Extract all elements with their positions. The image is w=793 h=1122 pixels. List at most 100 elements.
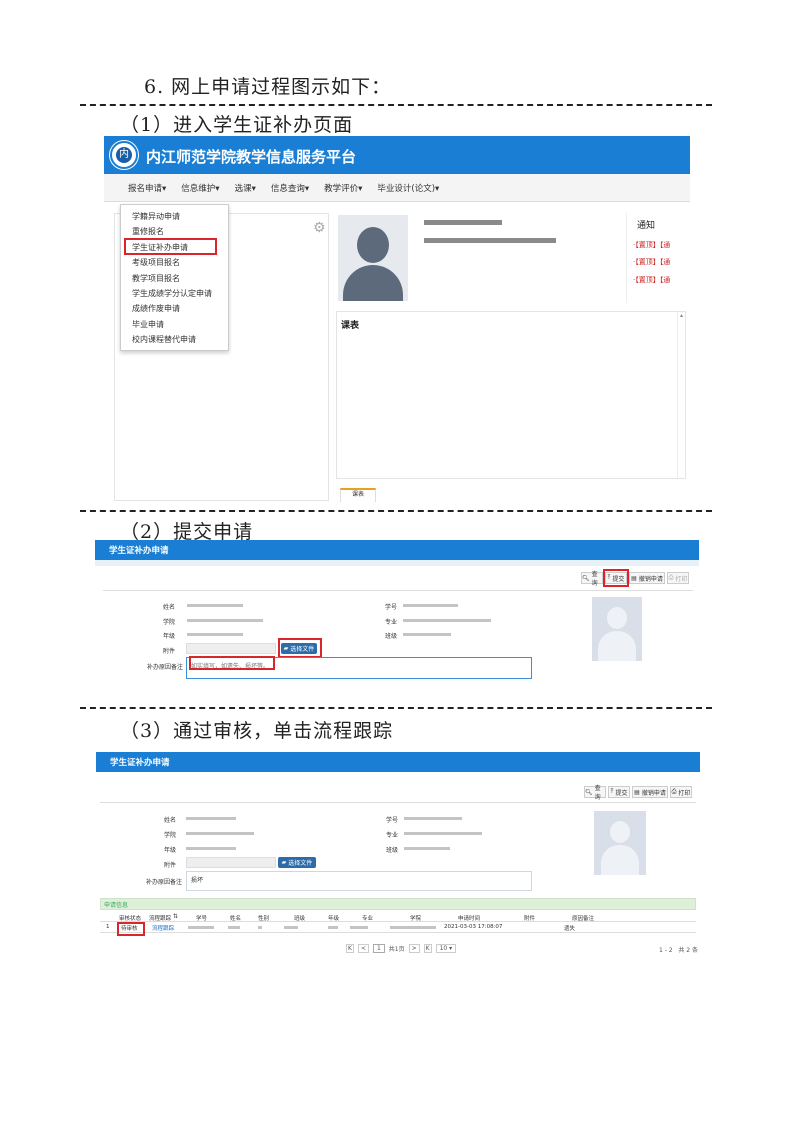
redacted-value [403,619,491,622]
menu-item[interactable]: 学生成绩学分认定申请 [121,286,228,301]
query-button[interactable]: 🔍︎ 查询 [581,571,603,587]
col-header[interactable]: 申请时间 [458,914,480,922]
apply-dropdown-menu: 学籍异动申请 重修报名 学生证补办申请 考级项目报名 教学项目报名 学生成绩学分… [120,204,229,351]
menu-item[interactable]: 教学项目报名 [121,271,228,286]
label-college: 学院 [163,619,176,626]
notice-item[interactable]: ·【置顶】【通 [633,257,670,267]
label-student-no: 学号 [385,604,398,611]
menu-item[interactable]: 毕业申请 [121,317,228,332]
avatar [338,215,408,301]
print-button[interactable]: ⎙ 打印 [670,786,692,798]
redacted-value [284,926,298,929]
label-major: 专业 [385,619,398,626]
label-name: 姓名 [164,817,177,824]
reason-cell: 遗失 [564,926,576,932]
notice-item[interactable]: ·【置顶】【通 [633,275,670,285]
col-header[interactable]: 专业 [362,914,373,922]
redacted-value [390,926,436,929]
redacted-info [424,238,556,243]
submit-button[interactable]: ⤒ 提交 [608,786,630,798]
gear-icon[interactable]: ⚙ [313,220,326,236]
label-grade: 年级 [163,633,176,640]
label-reason: 补办原因备注 [147,664,184,671]
profile-card [336,213,626,308]
nav-item[interactable]: 信息维护▾ [181,182,219,194]
col-header[interactable]: 年级 [328,914,339,922]
apply-info-header: 申请信息 [100,898,696,910]
redacted-value [258,926,262,929]
print-button[interactable]: ⎙ 打印 [667,572,689,584]
col-header[interactable]: 流程跟踪 [149,914,171,922]
search-icon: 🔍︎ [582,574,590,582]
form-body: 姓名 学院 年级 附件 ▰ 选择文件 补办原因备注 损坏 学号 专业 班级 [100,802,696,892]
upload-icon: ⤒ [610,788,614,795]
redacted-value [188,926,214,929]
page-input[interactable]: 1 [372,943,385,953]
highlight-box [124,238,217,255]
query-button[interactable]: 🔍︎ 查询 [584,785,606,801]
step3-heading: （3）通过审核，单击流程跟踪 [120,720,394,742]
avatar-placeholder [592,597,642,661]
nav-bar: 报名申请▾ 信息维护▾ 选课▾ 信息查询▾ 教学评价▾ 毕业设计(论文)▾ [104,174,690,202]
label-attachment: 附件 [163,648,176,655]
timetable-panel: 课表 ▴ [336,311,686,479]
col-header[interactable]: 学号 [196,914,207,922]
menu-item[interactable]: 校内课程替代申请 [121,332,228,347]
next-page-button[interactable]: > [408,943,420,953]
menu-item[interactable]: 学籍异动申请 [121,209,228,224]
doc-title: 6. 网上申请过程图示如下： [144,76,392,98]
result-screenshot: 学生证补办申请 🔍︎ 查询 ⤒ 提交 ▤ 撤销申请 ⎙ 打印 姓名 学院 年级 附件 ▰… [96,752,700,960]
reason-value: 损坏 [191,877,204,884]
first-page-button[interactable]: K [346,943,354,953]
scrollbar[interactable]: ▴ [677,312,685,478]
last-page-button[interactable]: K [423,943,432,953]
cancel-apply-button[interactable]: ▤ 撤销申请 [632,786,668,798]
cancel-apply-button[interactable]: ▤ 撤销申请 [629,572,665,584]
table-row[interactable]: 1 待审核 流程跟踪 2021-03-03 17:08:07 遗失 [100,922,696,933]
choose-file-button[interactable]: ▰ 选择文件 [278,857,316,868]
redacted-value [187,619,263,622]
nav-item[interactable]: 报名申请▾ [128,182,166,194]
attachment-field[interactable] [186,857,276,868]
col-header[interactable]: 性别 [258,914,269,922]
dashed-divider [80,104,712,106]
row-index: 1 [106,924,110,930]
table-header-row: 审核状态 流程跟踪 ⇅ 学号 姓名 性别 班级 年级 专业 学院 申请时间 附件… [100,912,696,922]
label-name: 姓名 [163,604,176,611]
notice-panel: 通知 ·【置顶】【通 ·【置顶】【通 ·【置顶】【通 [626,213,690,303]
page-size-select[interactable]: 10 ▾ [435,943,457,953]
redacted-value [403,604,458,607]
redacted-value [404,832,482,835]
redacted-value [404,817,462,820]
nav-item[interactable]: 信息查询▾ [271,182,309,194]
nav-item[interactable]: 选课▾ [235,182,256,194]
col-header[interactable]: 学院 [410,914,421,922]
form-screenshot: 学生证补办申请 🔍︎ 查询 ⤒ 提交 ▤ 撤销申请 ⎙ 打印 姓名 学院 年级 附件 ▰… [95,540,699,682]
highlight-box [278,638,322,658]
notice-item[interactable]: ·【置顶】【通 [633,240,670,250]
redacted-value [186,847,236,850]
redacted-value [187,604,243,607]
flow-track-link[interactable]: 流程跟踪 [152,924,174,932]
menu-item[interactable]: 成绩作废申请 [121,301,228,316]
redacted-value [404,847,450,850]
nav-item[interactable]: 教学评价▾ [324,182,362,194]
menu-item[interactable]: 考级项目报名 [121,255,228,270]
col-header[interactable]: 附件 [524,914,535,922]
nav-item[interactable]: 毕业设计(论文)▾ [377,182,439,194]
attachment-field[interactable] [186,643,276,654]
avatar-placeholder [594,811,646,875]
sort-icon[interactable]: ⇅ [173,913,178,920]
reason-textarea[interactable]: 损坏 [186,871,532,891]
timetable-tab[interactable]: 课表 [340,488,376,502]
highlight-box [189,656,275,670]
col-header[interactable]: 班级 [294,914,305,922]
label-attachment: 附件 [164,862,177,869]
col-header[interactable]: 审核状态 [119,914,141,922]
prev-page-button[interactable]: < [357,943,369,953]
timetable-title: 课表 [341,321,360,331]
portal-header: 内 内江师范学院教学信息服务平台 [104,136,690,174]
col-header[interactable]: 原因备注 [572,914,594,922]
col-header[interactable]: 姓名 [230,914,241,922]
pager: K < 1 共1页 > K 10 ▾ [346,942,546,954]
